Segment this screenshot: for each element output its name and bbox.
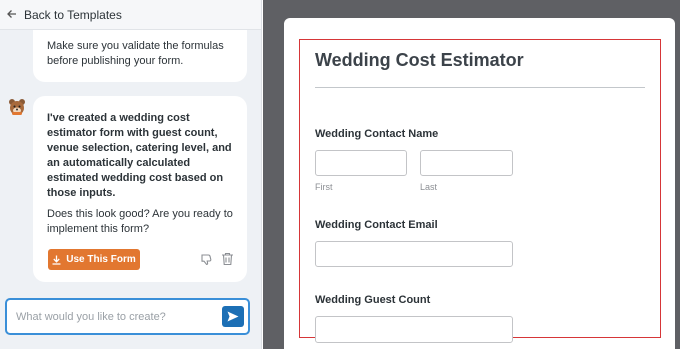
use-this-form-label: Use This Form bbox=[66, 254, 136, 265]
contact-email-input[interactable] bbox=[315, 241, 513, 267]
chat-message-summary: I've created a wedding cost estimator fo… bbox=[47, 112, 232, 199]
chat-message-validate: Make sure you validate the formulas befo… bbox=[33, 30, 247, 82]
last-sublabel: Last bbox=[420, 182, 438, 192]
guest-count-label: Wedding Guest Count bbox=[315, 294, 431, 306]
back-to-templates-link[interactable]: Back to Templates bbox=[0, 0, 261, 30]
title-divider bbox=[315, 87, 645, 88]
send-button[interactable] bbox=[222, 306, 244, 327]
thumbs-down-icon[interactable] bbox=[200, 253, 213, 266]
trash-icon[interactable] bbox=[221, 252, 234, 266]
use-this-form-button[interactable]: Use This Form bbox=[48, 249, 140, 270]
arrow-left-icon bbox=[7, 7, 17, 22]
chat-message-form-created: I've created a wedding cost estimator fo… bbox=[33, 96, 247, 282]
sidebar: Back to Templates Make sure you validate… bbox=[0, 0, 262, 349]
chat-message-question: Does this look good? Are you ready to im… bbox=[47, 208, 233, 235]
last-name-input[interactable] bbox=[420, 150, 513, 176]
send-icon bbox=[227, 311, 239, 322]
form-preview-card: Wedding Cost Estimator Wedding Contact N… bbox=[284, 18, 675, 358]
contact-email-label: Wedding Contact Email bbox=[315, 219, 438, 231]
prompt-input[interactable] bbox=[16, 309, 211, 325]
form-preview: Wedding Cost Estimator Wedding Contact N… bbox=[299, 39, 661, 343]
form-title: Wedding Cost Estimator bbox=[315, 50, 524, 70]
download-icon bbox=[52, 255, 61, 265]
first-name-input[interactable] bbox=[315, 150, 407, 176]
first-sublabel: First bbox=[315, 182, 333, 192]
guest-count-input[interactable] bbox=[315, 316, 513, 343]
form-preview-panel: Wedding Cost Estimator Wedding Contact N… bbox=[263, 0, 680, 358]
prompt-area bbox=[0, 287, 261, 349]
bear-avatar-icon bbox=[8, 98, 26, 116]
prompt-box bbox=[5, 298, 250, 335]
contact-name-label: Wedding Contact Name bbox=[315, 128, 439, 140]
back-to-templates-label: Back to Templates bbox=[24, 7, 122, 22]
